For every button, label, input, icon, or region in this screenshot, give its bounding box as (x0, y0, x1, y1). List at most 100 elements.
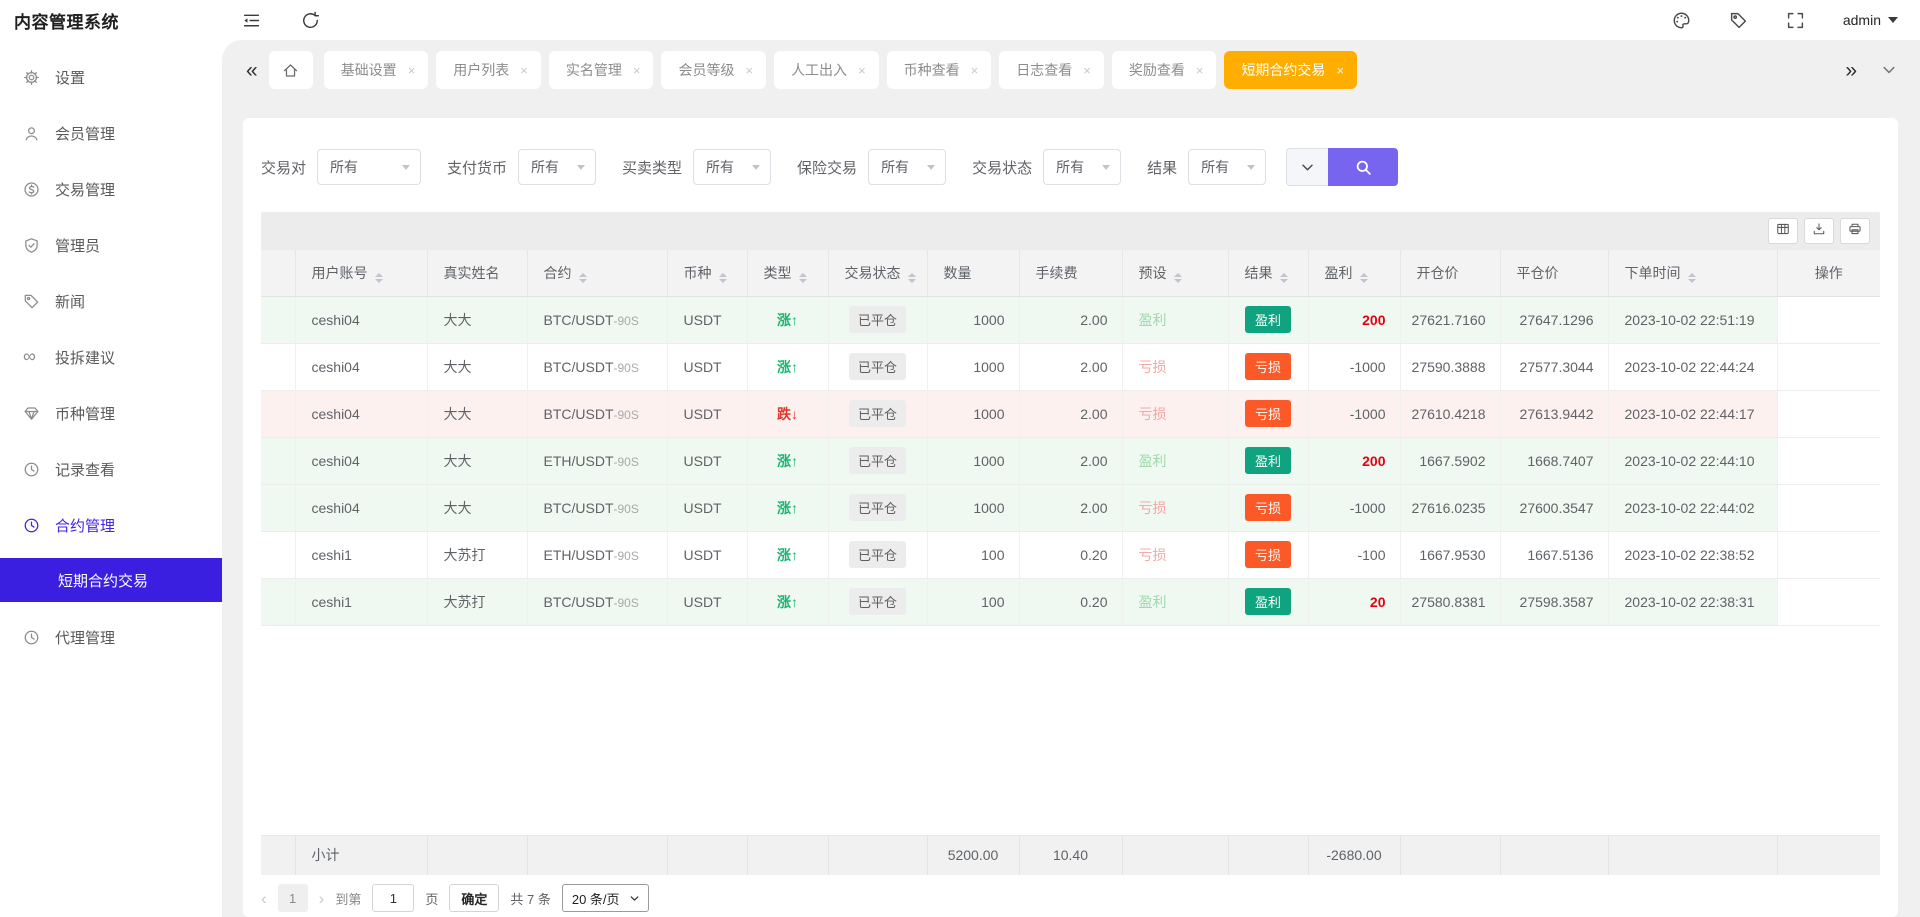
tab-close-icon[interactable]: × (858, 63, 866, 78)
tab-log-view[interactable]: 日志查看 × (999, 51, 1104, 89)
search-button[interactable] (1328, 148, 1399, 186)
column-header-result[interactable]: 结果 (1228, 250, 1309, 297)
tab-label: 基础设置 (340, 62, 397, 78)
sort-icon[interactable] (1687, 272, 1696, 283)
content-card: 交易对 所有 支付货币 所有 买卖类型 所有 保险交易 所有 交易状态 所有 结果 所有 (243, 118, 1898, 917)
sidebar-item-coin-management[interactable]: 币种管理 (0, 390, 222, 436)
sidebar-item-trade-management[interactable]: 交易管理 (0, 166, 222, 212)
user-menu[interactable]: admin (1843, 12, 1898, 28)
sidebar-item-feedback[interactable]: ∞ 投拆建议 (0, 334, 222, 380)
tab-close-icon[interactable]: × (1083, 63, 1091, 78)
sort-icon[interactable] (798, 272, 807, 283)
cell-contract: BTC/USDT-90S (527, 578, 668, 626)
column-label: 下单时间 (1624, 264, 1681, 281)
sort-icon[interactable] (374, 272, 383, 283)
cell-actions (1776, 296, 1880, 344)
confirm-button[interactable]: 确定 (449, 884, 500, 912)
column-header-type[interactable]: 类型 (747, 250, 829, 297)
result-badge: 亏损 (1244, 353, 1291, 380)
cell-profit: -1000 (1308, 390, 1401, 438)
home-tab[interactable] (268, 51, 313, 89)
menu-collapse-icon[interactable] (242, 11, 261, 30)
sidebar-item-record-view[interactable]: 记录查看 (0, 446, 222, 492)
page-size-select[interactable]: 20 条/页 (561, 884, 649, 912)
column-header-contract[interactable]: 合约 (527, 250, 668, 297)
column-header-trade-status[interactable]: 交易状态 (828, 250, 928, 297)
palette-icon[interactable] (1672, 11, 1691, 30)
goto-page-input[interactable] (372, 884, 415, 912)
refresh-icon[interactable] (301, 11, 320, 30)
tab-manual-in-out[interactable]: 人工出入 × (774, 51, 879, 89)
sort-icon[interactable] (578, 272, 587, 283)
cell-contract: ETH/USDT-90S (527, 531, 668, 579)
subtotal-profit: -2680.00 (1308, 834, 1401, 875)
column-header-account[interactable]: 用户账号 (295, 250, 428, 297)
tab-user-list[interactable]: 用户列表 × (436, 51, 541, 89)
insurance-trade-select[interactable]: 所有 (868, 149, 947, 185)
cell-contract: BTC/USDT-90S (527, 343, 668, 391)
tab-member-level[interactable]: 会员等级 × (661, 51, 767, 89)
tab-short-contract-trade[interactable]: 短期合约交易 × (1224, 51, 1358, 89)
fullscreen-icon[interactable] (1786, 11, 1805, 30)
sidebar-item-agent-management[interactable]: 代理管理 (0, 614, 222, 660)
sort-icon[interactable] (907, 272, 916, 283)
tab-close-icon[interactable]: × (745, 63, 753, 78)
tab-close-icon[interactable]: × (1336, 63, 1344, 78)
cell-fee: 0.20 (1019, 531, 1123, 579)
cell-profit: -1000 (1308, 343, 1401, 391)
filter-collapse-button[interactable] (1286, 148, 1329, 186)
current-page-button[interactable]: 1 (277, 884, 308, 912)
tab-close-icon[interactable]: × (408, 63, 416, 78)
cell-actions (1776, 578, 1880, 626)
cell-close-price: 27598.3587 (1500, 578, 1609, 626)
sidebar-subitem-short-contract-trade[interactable]: 短期合约交易 (0, 558, 222, 602)
sort-icon[interactable] (1279, 272, 1288, 283)
pay-currency-select[interactable]: 所有 (518, 149, 597, 185)
result-select[interactable]: 所有 (1188, 149, 1267, 185)
cell-realname: 大苏打 (427, 531, 528, 579)
trade-type-select[interactable]: 所有 (693, 149, 772, 185)
sidebar-item-settings[interactable]: 设置 (0, 54, 222, 100)
cell-fee: 2.00 (1019, 390, 1123, 438)
trade-status-select[interactable]: 所有 (1043, 149, 1122, 185)
tab-reward-view[interactable]: 奖励查看 × (1111, 51, 1217, 89)
sidebar-item-member-management[interactable]: 会员管理 (0, 110, 222, 156)
grid-button[interactable] (1768, 218, 1798, 244)
sidebar-item-contract-management[interactable]: 合约管理 (0, 502, 222, 548)
tag-icon[interactable] (1729, 11, 1748, 30)
sort-icon[interactable] (1359, 272, 1368, 283)
trade-pair-select[interactable]: 所有 (317, 149, 422, 185)
cell-profit: -1000 (1308, 484, 1401, 532)
tab-close-icon[interactable]: × (1196, 63, 1204, 78)
cell-close-price: 1667.5136 (1500, 531, 1609, 579)
column-header-preset[interactable]: 预设 (1122, 250, 1229, 297)
download-button[interactable] (1804, 218, 1834, 244)
cell-qty: 1000 (927, 437, 1020, 485)
cell-profit: 20 (1308, 578, 1401, 626)
cell-profit: 200 (1308, 296, 1401, 344)
filter-group-trade-type: 买卖类型 所有 (622, 149, 772, 185)
column-header-order-time[interactable]: 下单时间 (1608, 250, 1778, 297)
sidebar-item-admin-management[interactable]: 管理员 (0, 222, 222, 268)
tabs-more-button[interactable] (1874, 55, 1904, 85)
tab-close-icon[interactable]: × (520, 63, 528, 78)
search-icon (1356, 160, 1371, 175)
cell-open-price: 1667.5902 (1400, 437, 1501, 485)
filter-label: 买卖类型 (622, 159, 683, 177)
prev-page-button[interactable]: ‹ (261, 890, 267, 907)
tab-close-icon[interactable]: × (633, 63, 641, 78)
sort-icon[interactable] (1173, 272, 1182, 283)
tabs-scroll-left-button[interactable]: « (246, 60, 258, 81)
sort-icon[interactable] (718, 272, 727, 283)
printer-button[interactable] (1840, 218, 1870, 244)
tab-coin-view[interactable]: 币种查看 × (886, 51, 992, 89)
column-header-coin[interactable]: 币种 (667, 250, 748, 297)
tab-realname-management[interactable]: 实名管理 × (548, 51, 654, 89)
tab-close-icon[interactable]: × (971, 63, 979, 78)
column-header-profit[interactable]: 盈利 (1308, 250, 1401, 297)
sidebar-item-news[interactable]: 新闻 (0, 278, 222, 324)
tab-basic-settings[interactable]: 基础设置 × (323, 51, 429, 89)
tab-label: 人工出入 (791, 62, 848, 78)
tabs-scroll-right-button[interactable]: » (1845, 60, 1857, 81)
next-page-button[interactable]: › (319, 890, 325, 907)
